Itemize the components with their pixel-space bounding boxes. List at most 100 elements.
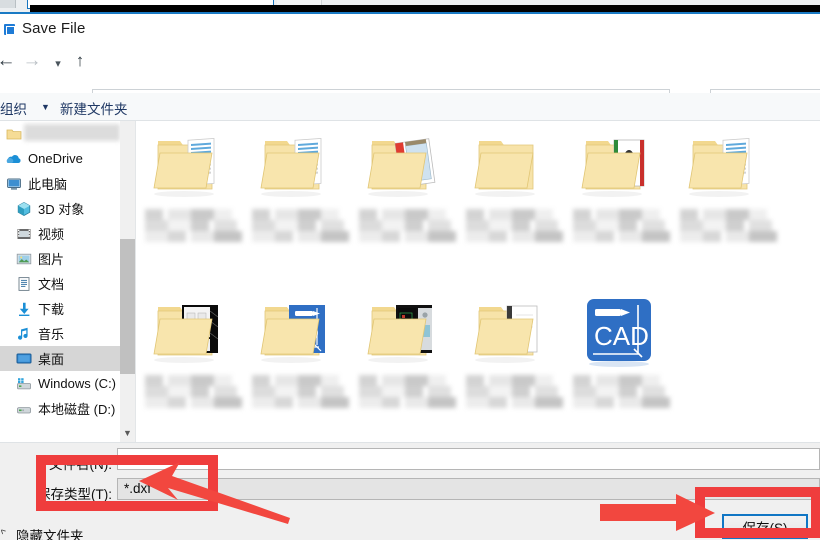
- 3d-objects-icon: [16, 201, 32, 217]
- background-tab-stub: [0, 0, 16, 8]
- new-folder-button[interactable]: 新建文件夹: [60, 98, 128, 118]
- chevron-down-icon[interactable]: ▼: [120, 425, 135, 442]
- file-list-item[interactable]: [136, 123, 246, 273]
- sidebar-item-label: 本地磁盘 (D:): [38, 402, 116, 417]
- command-bar: 组织 ▼ 新建文件夹: [0, 93, 820, 121]
- file-list-view[interactable]: AD CAD: [136, 121, 820, 442]
- sidebar-item-i6[interactable]: 文档: [0, 271, 120, 296]
- redacted-label: [24, 124, 120, 141]
- background-dark-strip: [30, 5, 820, 12]
- back-button[interactable]: ←: [0, 51, 16, 72]
- redacted-file-name: [573, 209, 670, 242]
- folder-with-document-icon: [683, 129, 769, 205]
- app-icon: [4, 24, 15, 35]
- sidebar-scrollbar[interactable]: ▼: [120, 121, 135, 442]
- sidebar-item-redacted-0[interactable]: [0, 121, 120, 146]
- redacted-file-name: [466, 375, 563, 408]
- screen-root: Save File ← → ▾ ↑ › 此电脑 › 桌面 › ▾ ↻ 搜索“桌面…: [0, 0, 820, 540]
- folder-with-screenshot-icon: [148, 295, 234, 371]
- this-pc-monitor-icon: [6, 176, 22, 192]
- sidebar-item-label: 桌面: [38, 352, 65, 367]
- redacted-file-name: [359, 209, 456, 242]
- filetype-value: *.dxf: [124, 481, 152, 496]
- folder-with-circuit-icon: [362, 295, 448, 371]
- redacted-file-name: [466, 209, 563, 242]
- documents-icon: [16, 276, 32, 292]
- pictures-icon: [16, 251, 32, 267]
- sidebar-item-i9[interactable]: 桌面: [0, 346, 120, 371]
- forward-button[interactable]: →: [22, 51, 42, 72]
- file-list-item[interactable]: [457, 123, 567, 273]
- recent-locations-button[interactable]: ▾: [48, 55, 68, 75]
- file-list-item[interactable]: AD: [243, 289, 353, 439]
- file-list-item[interactable]: CAD: [564, 289, 674, 439]
- sidebar-item-i2[interactable]: 此电脑: [0, 171, 120, 196]
- chevron-down-icon[interactable]: ▼: [41, 102, 50, 112]
- file-list-item[interactable]: [564, 123, 674, 273]
- cad-app-icon: CAD: [576, 295, 662, 371]
- sidebar-item-onedrive[interactable]: OneDrive: [0, 146, 120, 171]
- file-list-item[interactable]: [136, 289, 246, 439]
- sidebar-item-d[interactable]: 本地磁盘 (D:): [0, 396, 120, 421]
- hide-folders-toggle[interactable]: 隐藏文件夹: [16, 525, 84, 540]
- folder-with-page-icon: [469, 295, 555, 371]
- sidebar-item-label: Windows (C:): [38, 376, 117, 391]
- filename-input[interactable]: [117, 448, 820, 470]
- folder-with-notepad-icon: [362, 129, 448, 205]
- music-icon: [16, 326, 32, 342]
- redacted-file-name: [145, 209, 242, 242]
- redacted-file-name: [680, 209, 777, 242]
- folder-icon: [469, 129, 555, 205]
- sidebar-item-label: 3D 对象: [38, 202, 85, 217]
- file-list-item[interactable]: [350, 123, 460, 273]
- save-button[interactable]: 保存(S): [722, 514, 808, 539]
- navigation-pane: OneDrive 此电脑 3D 对象视频图片文档下载音乐桌面 Windows (C:)…: [0, 121, 120, 442]
- save-file-dialog: Save File ← → ▾ ↑ › 此电脑 › 桌面 › ▾ ↻ 搜索“桌面…: [0, 14, 820, 540]
- folder-with-document-icon: [148, 129, 234, 205]
- dialog-body: OneDrive 此电脑 3D 对象视频图片文档下载音乐桌面 Windows (C:)…: [0, 121, 820, 442]
- sidebar-item-3d[interactable]: 3D 对象: [0, 196, 120, 221]
- sidebar-item-i8[interactable]: 音乐: [0, 321, 120, 346]
- up-button[interactable]: ↑: [70, 52, 90, 72]
- filename-label: 文件名(N):: [49, 457, 112, 472]
- filetype-combobox[interactable]: *.dxf: [117, 478, 820, 500]
- sidebar-item-windowsc[interactable]: Windows (C:): [0, 371, 120, 396]
- downloads-icon: [16, 301, 32, 317]
- redacted-file-name: [359, 375, 456, 408]
- onedrive-cloud-icon: [6, 151, 22, 167]
- redacted-file-name: [145, 375, 242, 408]
- sidebar-item-label: 此电脑: [28, 177, 68, 192]
- filetype-label: 保存类型(T):: [37, 487, 112, 502]
- sidebar-item-label: 视频: [38, 227, 65, 242]
- dialog-titlebar: Save File: [0, 14, 820, 44]
- chevron-up-icon[interactable]: ^: [0, 527, 11, 539]
- file-list-item[interactable]: [457, 289, 567, 439]
- dialog-title: Save File: [22, 20, 86, 37]
- sidebar-item-i5[interactable]: 图片: [0, 246, 120, 271]
- save-form: 文件名(N): 保存类型(T): *.dxf ^ 隐藏文件夹: [0, 442, 820, 540]
- sidebar-item-label: 图片: [38, 252, 65, 267]
- local-drive-icon: [16, 401, 32, 417]
- sidebar-item-i4[interactable]: 视频: [0, 221, 120, 246]
- sidebar-item-label: OneDrive: [28, 151, 83, 166]
- folder-with-document-icon: [255, 129, 341, 205]
- file-list-item[interactable]: [350, 289, 460, 439]
- sidebar-item-label: 下载: [38, 302, 65, 317]
- sidebar-scroll-thumb[interactable]: [120, 239, 135, 374]
- sidebar-item-i7[interactable]: 下载: [0, 296, 120, 321]
- organize-button[interactable]: 组织: [0, 98, 27, 118]
- sidebar-item-label: 文档: [38, 277, 65, 292]
- redacted-file-name: [252, 209, 349, 242]
- svg-text:CAD: CAD: [594, 321, 649, 351]
- videos-icon: [16, 226, 32, 242]
- desktop-icon: [16, 351, 32, 367]
- file-list-item[interactable]: [671, 123, 781, 273]
- folder-icon: [6, 126, 22, 142]
- navigation-bar: ← → ▾ ↑ › 此电脑 › 桌面 › ▾ ↻ 搜索“桌面”: [0, 44, 820, 112]
- file-list-item[interactable]: [243, 123, 353, 273]
- folder-with-book-icon: [576, 129, 662, 205]
- redacted-file-name: [573, 375, 670, 408]
- folder-with-cad-icon: AD: [255, 295, 341, 371]
- redacted-file-name: [252, 375, 349, 408]
- sidebar-item-label: 音乐: [38, 327, 65, 342]
